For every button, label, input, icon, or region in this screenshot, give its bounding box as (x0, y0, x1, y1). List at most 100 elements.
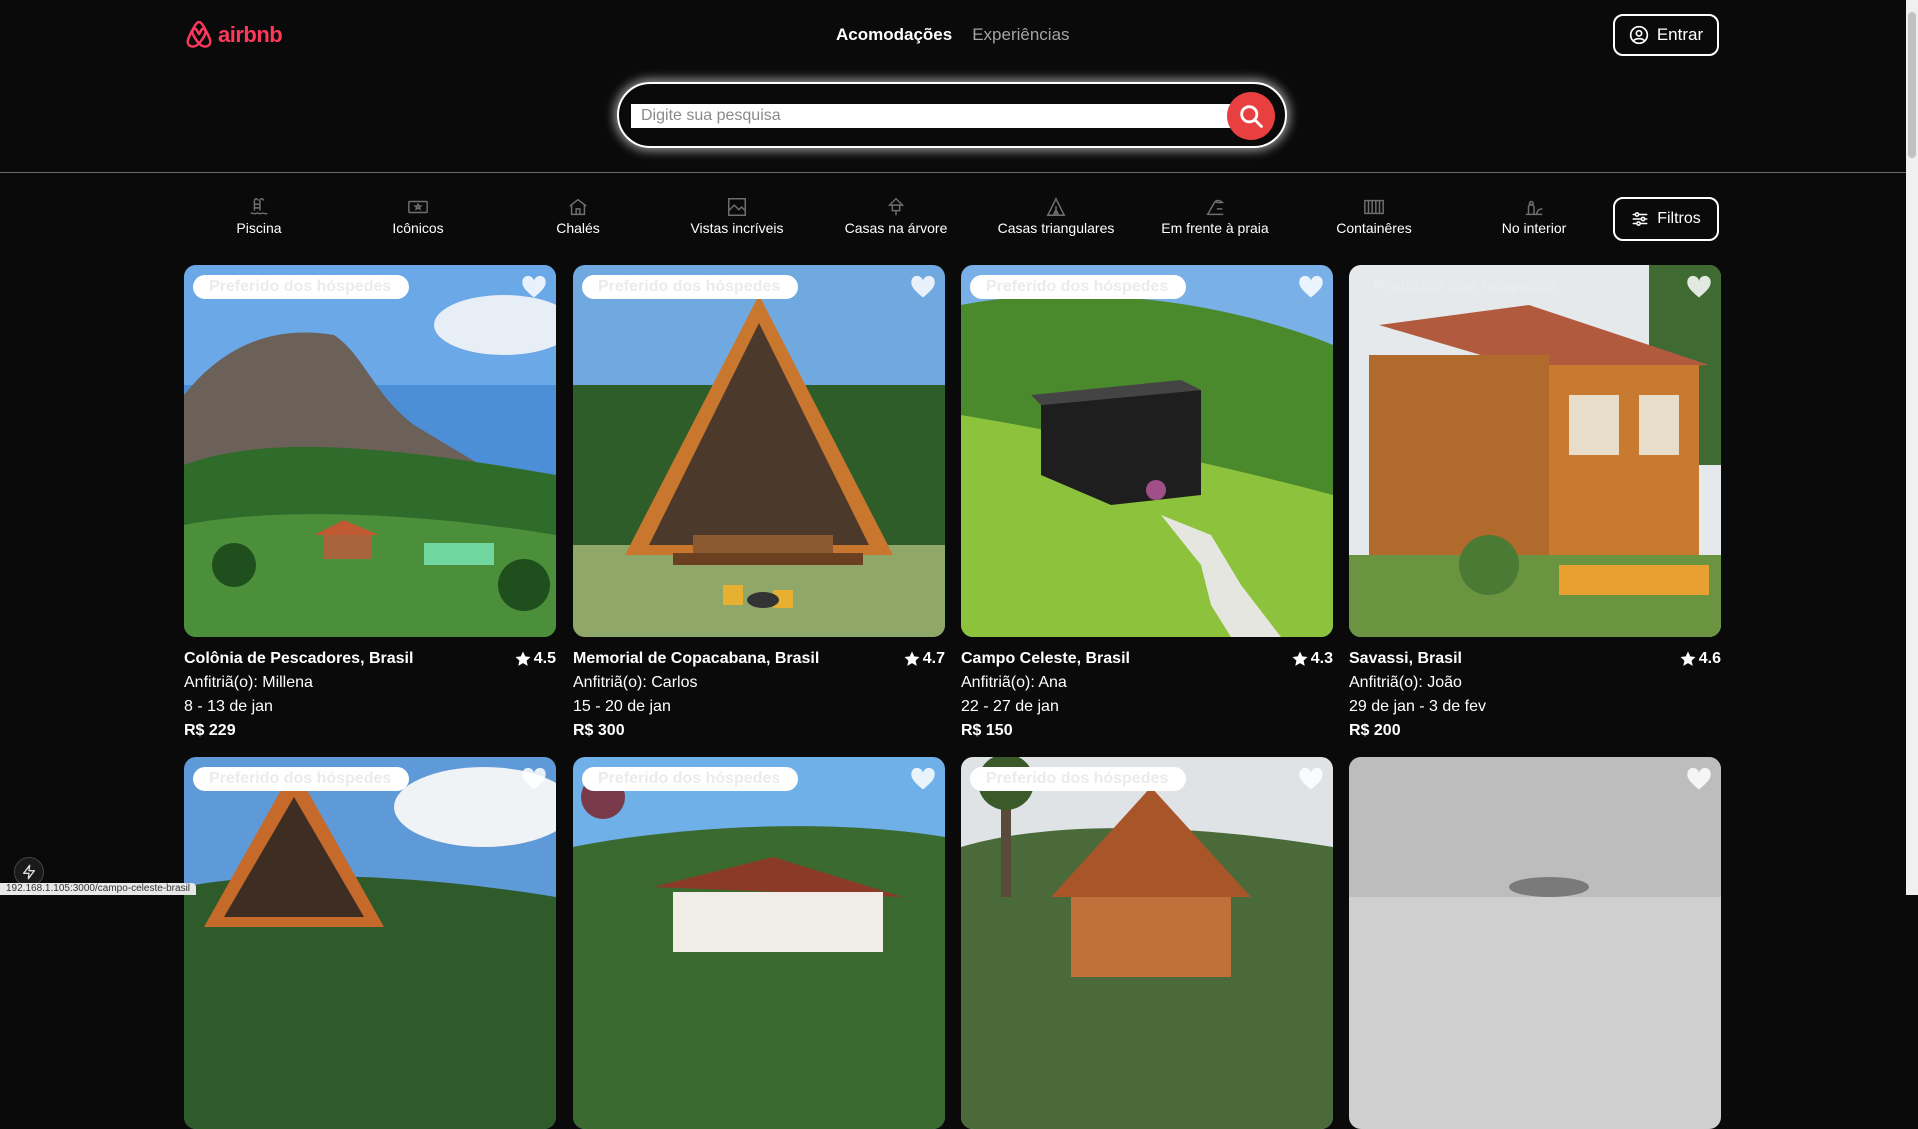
rating-value: 4.6 (1698, 650, 1721, 667)
star-icon (904, 651, 920, 666)
listing-title[interactable]: Savassi, Brasil (1349, 647, 1721, 671)
listing-dates: 15 - 20 de jan (573, 698, 671, 715)
a-frame-icon (1045, 196, 1067, 218)
listing-photo[interactable] (1349, 757, 1721, 1129)
listing-photo[interactable]: Preferido dos hóspedes (961, 265, 1333, 637)
pool-icon (248, 196, 270, 218)
guest-favorite-badge: Preferido dos hóspedes (193, 275, 410, 299)
listing-info: Colônia de Pescadores, Brasil 4.5 Anfitr… (184, 647, 556, 743)
heart-icon[interactable] (1297, 273, 1325, 301)
heart-icon[interactable] (520, 765, 548, 793)
listing-host: Anfitriã(o): Carlos (573, 674, 698, 691)
category-label: Piscina (236, 220, 282, 236)
cabin-icon (567, 196, 589, 218)
countryside-icon (1523, 196, 1545, 218)
listing-photo[interactable]: Preferido dos hóspedes (961, 757, 1333, 1129)
rating-value: 4.3 (1310, 650, 1333, 667)
scrollbar[interactable] (1906, 0, 1918, 895)
login-label: Entrar (1656, 25, 1704, 44)
search-icon (1240, 105, 1263, 128)
listing-photo[interactable]: Preferido dos hóspedes (1349, 265, 1721, 637)
guest-favorite-badge: Preferido dos hóspedes (970, 275, 1187, 299)
category-beachfront[interactable]: Em frente à praia (1140, 196, 1290, 236)
category-label: No interior (1501, 220, 1567, 236)
star-icon (515, 651, 531, 666)
listing-host: Anfitriã(o): João (1349, 674, 1462, 691)
listing-rating: 4.7 (903, 647, 945, 671)
nav-experiences[interactable]: Experiências (972, 25, 1069, 45)
star-icon (1680, 651, 1696, 666)
airbnb-logo-icon (186, 20, 212, 48)
heart-icon[interactable] (909, 273, 937, 301)
category-bar: Piscina Icônicos Chalés Vistas incríveis… (184, 196, 1584, 244)
treehouse-icon (885, 196, 907, 218)
category-countryside[interactable]: No interior (1459, 196, 1609, 236)
beachfront-icon (1204, 196, 1226, 218)
top-nav: Acomodações Experiências (836, 25, 1070, 45)
listing-title[interactable]: Colônia de Pescadores, Brasil (184, 647, 556, 671)
filters-button[interactable]: Filtros (1613, 197, 1719, 241)
category-treehouses[interactable]: Casas na árvore (821, 196, 971, 236)
search-button[interactable] (1227, 92, 1275, 140)
logo-text: airbnb (218, 22, 283, 47)
scrollbar-thumb[interactable] (1908, 12, 1916, 158)
heart-icon[interactable] (909, 765, 937, 793)
airbnb-logo[interactable]: airbnb (184, 19, 283, 51)
category-label: Vistas incríveis (690, 220, 784, 236)
heart-icon[interactable] (1685, 273, 1713, 301)
guest-favorite-badge: Preferido dos hóspedes (1374, 278, 1557, 295)
listing-photo[interactable]: Preferido dos hóspedes (184, 265, 556, 637)
listing-rating: 4.6 (1679, 647, 1721, 671)
filters-label: Filtros (1657, 210, 1701, 227)
listing-photo[interactable]: Preferido dos hóspedes (573, 757, 945, 1129)
listing-price: R$ 200 (1349, 722, 1401, 739)
listing-host: Anfitriã(o): Millena (184, 674, 313, 691)
listing-photo[interactable]: Preferido dos hóspedes (184, 757, 556, 1129)
category-label: Em frente à praia (1161, 220, 1269, 236)
search-input[interactable] (631, 104, 1231, 128)
container-icon (1363, 196, 1385, 218)
star-icon (1292, 651, 1308, 666)
sliders-icon (1632, 212, 1648, 226)
heart-icon[interactable] (520, 273, 548, 301)
page: airbnb Acomodações Experiências Entrar P… (0, 0, 1906, 1129)
heart-icon[interactable] (1685, 765, 1713, 793)
category-pool[interactable]: Piscina (184, 196, 334, 236)
search-bar (617, 82, 1287, 148)
header-divider (0, 172, 1906, 173)
listing-photo[interactable]: Preferido dos hóspedes (573, 265, 945, 637)
category-label: Casas triangulares (997, 220, 1115, 236)
category-label: Casas na árvore (844, 220, 948, 236)
nav-stays[interactable]: Acomodações (836, 25, 952, 45)
category-cabins[interactable]: Chalés (503, 196, 653, 236)
user-circle-icon (1629, 25, 1649, 45)
category-label: Chalés (556, 220, 600, 236)
category-iconic[interactable]: Icônicos (343, 196, 493, 236)
view-icon (726, 196, 748, 218)
ticket-icon (407, 196, 429, 218)
listing-price: R$ 150 (961, 722, 1013, 739)
listing-dates: 29 de jan - 3 de fev (1349, 698, 1486, 715)
listing-price: R$ 229 (184, 722, 236, 739)
login-button[interactable]: Entrar (1613, 14, 1719, 56)
rating-value: 4.5 (533, 650, 556, 667)
listing-info: Campo Celeste, Brasil 4.3 Anfitriã(o): A… (961, 647, 1333, 743)
guest-favorite-badge: Preferido dos hóspedes (582, 767, 799, 791)
listing-dates: 8 - 13 de jan (184, 698, 273, 715)
category-views[interactable]: Vistas incríveis (662, 196, 812, 236)
listing-host: Anfitriã(o): Ana (961, 674, 1067, 691)
category-a-frames[interactable]: Casas triangulares (981, 196, 1131, 236)
listing-info: Savassi, Brasil 4.6 Anfitriã(o): João 29… (1349, 647, 1721, 743)
category-containers[interactable]: Containêres (1299, 196, 1449, 236)
rating-value: 4.7 (922, 650, 945, 667)
listing-title[interactable]: Campo Celeste, Brasil (961, 647, 1333, 671)
listing-rating: 4.5 (514, 647, 556, 671)
status-url: 192.168.1.105:3000/campo-celeste-brasil (0, 883, 197, 895)
guest-favorite-badge: Preferido dos hóspedes (582, 275, 799, 299)
listing-dates: 22 - 27 de jan (961, 698, 1059, 715)
heart-icon[interactable] (1297, 765, 1325, 793)
listing-title[interactable]: Memorial de Copacabana, Brasil (573, 647, 945, 671)
listing-price: R$ 300 (573, 722, 625, 739)
category-label: Containêres (1336, 220, 1412, 236)
category-label: Icônicos (392, 220, 444, 236)
